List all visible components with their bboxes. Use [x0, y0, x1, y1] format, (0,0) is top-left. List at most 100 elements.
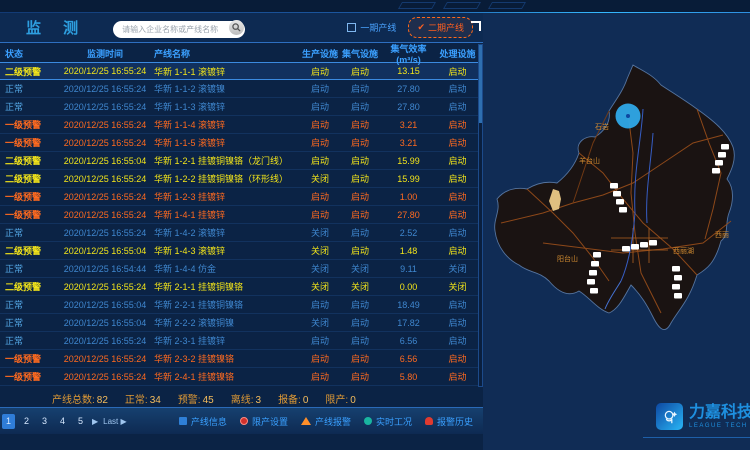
table-cell: 2020/12/25 16:55:24	[56, 84, 154, 94]
table-row[interactable]: 二级预警2020/12/25 16:55:24华新 1-2-2 挂镀铜镍铬（环形…	[0, 170, 478, 188]
table-cell: 启动	[340, 352, 380, 365]
table-row[interactable]: 二级预警2020/12/25 16:55:24华新 1-1-1 滚镀锌启动启动1…	[0, 62, 478, 80]
page-button[interactable]: 5	[74, 414, 87, 429]
table-row[interactable]: 一级预警2020/12/25 16:55:24华新 1-1-5 滚镀锌启动启动3…	[0, 134, 478, 152]
page-button[interactable]: 1	[2, 414, 15, 429]
table-cell: 2020/12/25 16:55:24	[56, 282, 154, 292]
table-row[interactable]: 正常2020/12/25 16:54:44华新 1-4-4 仿金关闭关闭9.11…	[0, 260, 478, 278]
table-cell: 一级预警	[0, 118, 56, 131]
table-cell: 15.99	[380, 156, 437, 166]
table-cell: 2020/12/25 16:55:04	[56, 318, 154, 328]
stat-item: 离线:3	[231, 391, 261, 406]
page-button[interactable]: 3	[38, 414, 51, 429]
table-cell: 正常	[0, 100, 56, 113]
table-cell: 启动	[300, 118, 340, 131]
table-cell: 正常	[0, 334, 56, 347]
deco-shape	[398, 2, 436, 9]
table-cell: 华新 1-1-3 滚镀锌	[154, 100, 300, 113]
legend-item-limit-setting[interactable]: 限产设置	[240, 415, 288, 428]
table-cell: 6.56	[380, 336, 437, 346]
page-button[interactable]: 2	[20, 414, 33, 429]
table-cell: 27.80	[380, 102, 437, 112]
table-row[interactable]: 一级预警2020/12/25 16:55:24华新 1-2-3 挂镀锌启动启动1…	[0, 188, 478, 206]
checkbox-icon	[347, 23, 356, 32]
table-cell: 启动	[340, 316, 380, 329]
table-cell: 启动	[437, 316, 478, 329]
table-cell: 启动	[437, 154, 478, 167]
table-cell: 6.56	[380, 354, 437, 364]
phase1-checkbox[interactable]: 一期产线	[347, 21, 396, 34]
table-row[interactable]: 正常2020/12/25 16:55:24华新 1-1-2 滚镀镍启动启动27.…	[0, 80, 478, 98]
table-cell: 二级预警	[0, 244, 56, 257]
phase1-label: 一期产线	[360, 21, 396, 34]
search-input[interactable]	[113, 21, 245, 38]
legend-item-line-info[interactable]: 产线信息	[179, 415, 227, 428]
last-page-button[interactable]: Last ▶	[103, 417, 127, 426]
table-row[interactable]: 正常2020/12/25 16:55:04华新 2-2-2 滚镀铜镍关闭启动17…	[0, 314, 478, 332]
table-row[interactable]: 正常2020/12/25 16:55:24华新 2-3-1 挂镀锌启动启动6.5…	[0, 332, 478, 350]
map-label: 石岩	[595, 122, 609, 131]
phase2-button[interactable]: ✔ 二期产线	[408, 17, 473, 38]
legend-item-alarm-history[interactable]: 报警历史	[425, 415, 473, 428]
table-cell: 1.48	[380, 246, 437, 256]
toolbar: 监 测 一期产线 ✔ 二期产线	[0, 13, 483, 43]
table-row[interactable]: 一级预警2020/12/25 16:55:24华新 2-4-1 挂镀镍铬启动启动…	[0, 368, 478, 386]
table-cell: 华新 2-4-1 挂镀镍铬	[154, 370, 300, 383]
table-row[interactable]: 正常2020/12/25 16:55:24华新 1-4-2 滚镀锌关闭启动2.5…	[0, 224, 478, 242]
table-row[interactable]: 二级预警2020/12/25 16:55:04华新 1-4-3 滚镀锌关闭启动1…	[0, 242, 478, 260]
selected-site-marker[interactable]	[616, 104, 641, 129]
legend-label: 实时工况	[376, 415, 412, 428]
table-cell: 一级预警	[0, 190, 56, 203]
table-cell: 启动	[340, 100, 380, 113]
table-cell: 启动	[437, 172, 478, 185]
table-cell: 启动	[300, 100, 340, 113]
league-tech-logo-icon	[656, 403, 683, 430]
search-box	[113, 19, 245, 36]
table-cell: 启动	[300, 136, 340, 149]
table-cell: 2020/12/25 16:55:04	[56, 300, 154, 310]
table-cell: 关闭	[300, 316, 340, 329]
table-cell: 华新 1-1-2 滚镀镍	[154, 82, 300, 95]
scrollbar-thumb[interactable]	[479, 45, 482, 123]
table-cell: 华新 1-1-5 滚镀锌	[154, 136, 300, 149]
table-cell: 正常	[0, 298, 56, 311]
table-row[interactable]: 正常2020/12/25 16:55:24华新 1-1-3 滚镀锌启动启动27.…	[0, 98, 478, 116]
table-cell: 5.80	[380, 372, 437, 382]
legend-label: 限产设置	[252, 415, 288, 428]
table-cell: 17.82	[380, 318, 437, 328]
next-page-button[interactable]: ▶	[92, 417, 98, 426]
legend-bar: 产线信息 限产设置产线报警 实时工况报警历史	[179, 415, 483, 428]
table-cell: 2020/12/25 16:55:24	[56, 228, 154, 238]
table-row[interactable]: 一级预警2020/12/25 16:55:24华新 1-1-4 滚镀锌启动启动3…	[0, 116, 478, 134]
table-cell: 关闭	[300, 280, 340, 293]
table-cell: 启动	[340, 65, 380, 78]
monitoring-dashboard: 监 测 一期产线 ✔ 二期产线 状态监测时间产线名	[0, 0, 750, 450]
phase2-label: 二期产线	[428, 21, 464, 34]
table-cell: 启动	[300, 352, 340, 365]
legend-item-realtime-status[interactable]: 实时工况	[364, 415, 412, 428]
table-cell: 华新 1-1-4 滚镀锌	[154, 118, 300, 131]
table-cell: 启动	[340, 136, 380, 149]
column-header: 状态	[0, 47, 56, 60]
table-cell: 启动	[340, 226, 380, 239]
table-cell: 华新 2-3-1 挂镀锌	[154, 334, 300, 347]
corner-bracket-icon	[471, 21, 481, 31]
page-button[interactable]: 4	[56, 414, 69, 429]
table-row[interactable]: 二级预警2020/12/25 16:55:04华新 1-2-1 挂镀铜镍铬（龙门…	[0, 152, 478, 170]
table-row[interactable]: 一级预警2020/12/25 16:55:24华新 1-4-1 挂镀锌启动启动2…	[0, 206, 478, 224]
table-cell: 2020/12/25 16:55:24	[56, 174, 154, 184]
table-cell: 2020/12/25 16:55:24	[56, 120, 154, 130]
table-row[interactable]: 二级预警2020/12/25 16:55:24华新 2-1-1 挂镀铜镍铬关闭关…	[0, 278, 478, 296]
table-cell: 2020/12/25 16:55:04	[56, 156, 154, 166]
table-row[interactable]: 一级预警2020/12/25 16:55:24华新 2-3-2 挂镀镍铬启动启动…	[0, 350, 478, 368]
table-cell: 9.11	[380, 264, 437, 274]
map-panel: 石岩 羊台山 阳台山 西丽湖 西丽 力嘉科技 LEAGUE TECH	[483, 13, 750, 450]
district-map[interactable]: 石岩 羊台山 阳台山 西丽湖 西丽	[483, 13, 750, 450]
table-cell: 27.80	[380, 84, 437, 94]
district-boundary	[495, 65, 735, 330]
legend-item-line-alarm[interactable]: 产线报警	[301, 415, 351, 428]
table-cell: 启动	[300, 208, 340, 221]
table-row[interactable]: 正常2020/12/25 16:55:04华新 2-2-1 挂镀铜镍铬启动启动1…	[0, 296, 478, 314]
column-header: 产线名称	[154, 47, 300, 60]
table-cell: 华新 2-1-1 挂镀铜镍铬	[154, 280, 300, 293]
